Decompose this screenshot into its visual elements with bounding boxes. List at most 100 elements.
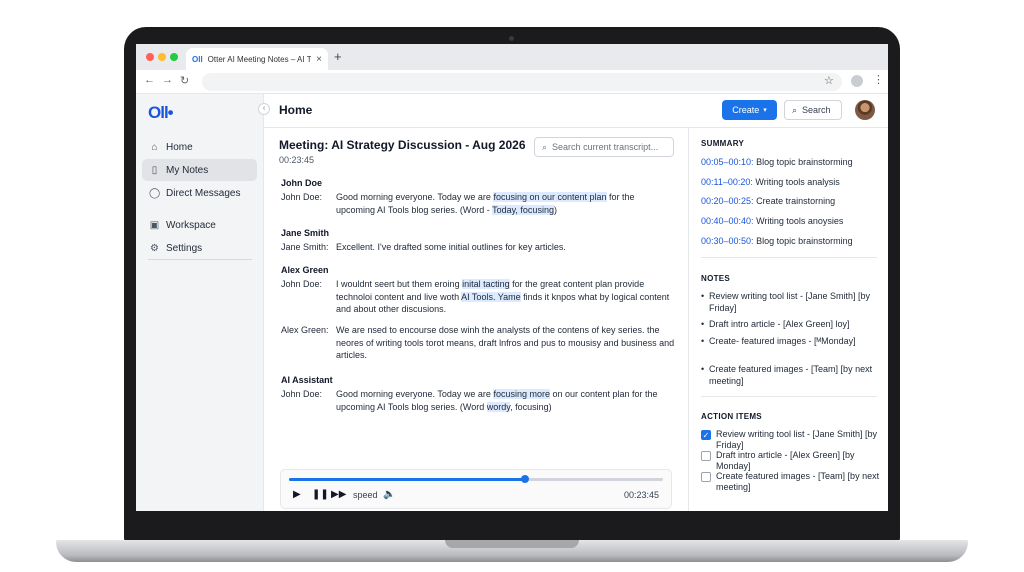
sidebar-item-workspace[interactable]: ▣ Workspace	[142, 214, 257, 236]
action-item[interactable]: Create featured images - [Team] [by next…	[701, 471, 881, 493]
keyword-highlight: inital tacting	[462, 279, 510, 289]
note-item: Draft intro article - [Alex Green] loy]	[701, 319, 881, 331]
summary-row[interactable]: 00:30–00:50: Blog topic brainstorming	[701, 236, 853, 246]
sidebar: Oll• ⌂ Home ▯ My Notes ◯ Direct Messages…	[136, 94, 264, 511]
summary-row[interactable]: 00:05–00:10: Blog topic brainstorming	[701, 157, 853, 167]
play-icon[interactable]: ▶	[293, 489, 301, 500]
speaker-heading: AI Assistant	[281, 375, 333, 385]
note-item: Create featured images - [Team] [by next…	[701, 364, 881, 387]
close-tab-icon[interactable]: ×	[316, 54, 322, 65]
checkbox[interactable]	[701, 472, 711, 482]
fast-forward-icon[interactable]: ▶▶	[331, 489, 346, 500]
summary-title: SUMMARY	[701, 139, 745, 148]
transcript-panel: Meeting: AI Strategy Discussion - Aug 20…	[264, 128, 688, 511]
transcript-search-input[interactable]: ⌕ Search current transcript...	[534, 137, 674, 157]
address-bar[interactable]	[202, 73, 842, 91]
workspace-icon: ▣	[149, 219, 160, 231]
summary-timestamp[interactable]: 00:11–00:20:	[701, 177, 753, 187]
search-label: Search	[802, 105, 831, 115]
summary-row[interactable]: 00:40–00:40: Writing tools anoysies	[701, 216, 843, 226]
sidebar-item-home[interactable]: ⌂ Home	[142, 136, 257, 158]
sidebar-item-label: My Notes	[166, 164, 209, 176]
checkbox[interactable]	[701, 451, 711, 461]
summary-row[interactable]: 00:20–00:25: Create trainstorning	[701, 196, 835, 206]
audio-player: ▶ ❚❚ ▶▶ speed 🔈 00:23:45	[280, 469, 672, 509]
summary-timestamp[interactable]: 00:05–00:10:	[701, 157, 754, 167]
transcript-line[interactable]: Alex Green: We are nsed to encourse dose…	[281, 324, 676, 362]
search-icon: ⌕	[792, 104, 798, 115]
search-button[interactable]: ⌕ Search	[784, 100, 842, 120]
kebab-icon[interactable]: ⋮	[873, 73, 884, 86]
playback-progress	[289, 478, 525, 481]
star-icon[interactable]: ☆	[824, 74, 834, 87]
summary-timestamp[interactable]: 00:20–00:25:	[701, 196, 754, 206]
checkbox-checked[interactable]: ✓	[701, 430, 711, 440]
speaker-label: John Doe:	[281, 279, 323, 289]
summary-text: Create trainstorning	[753, 196, 836, 206]
create-button[interactable]: Create ▾	[722, 100, 777, 120]
sidebar-item-direct-messages[interactable]: ◯ Direct Messages	[142, 182, 257, 204]
search-icon: ⌕	[542, 141, 548, 152]
section-divider	[701, 257, 877, 258]
transcript-line[interactable]: John Doe: Good morning everyone. Today w…	[281, 388, 676, 413]
notes-title: NOTES	[701, 274, 731, 283]
new-tab-icon[interactable]: +	[334, 49, 342, 64]
document-icon: ▯	[151, 164, 158, 176]
transcript-search-placeholder: Search current transcript...	[552, 142, 659, 152]
volume-icon[interactable]: 🔈	[383, 489, 395, 500]
summary-timestamp[interactable]: 00:40–00:40:	[701, 216, 754, 226]
avatar[interactable]	[855, 100, 875, 120]
home-icon: ⌂	[151, 141, 158, 153]
sidebar-divider	[148, 259, 252, 260]
transcript-text: Excellent. I've drafted some initial out…	[336, 242, 566, 252]
action-item-text: Review writing tool list - [Jane Smith] …	[716, 429, 878, 450]
tab-title: Otter AI Meeting Notes – AI Tools	[207, 54, 311, 64]
transcript-line[interactable]: John Doe: Good morning everyone. Today w…	[281, 191, 676, 216]
speaker-heading: Jane Smith	[281, 228, 330, 238]
screen: Oll Otter AI Meeting Notes – AI Tools × …	[136, 44, 888, 511]
reload-icon[interactable]: ↻	[180, 74, 189, 87]
note-item: Create- featured images - [ᴹMonday]	[701, 336, 881, 348]
summary-timestamp[interactable]: 00:30–00:50:	[701, 236, 754, 246]
meeting-title: Meeting: AI Strategy Discussion - Aug 20…	[279, 138, 526, 152]
insights-panel: SUMMARY 00:05–00:10: Blog topic brainsto…	[688, 128, 888, 511]
summary-text: Writing tools analysis	[752, 177, 840, 187]
keyword-highlight: Today, focusing	[492, 204, 554, 215]
transcript-text: We are nsed to encourse dose winh the an…	[336, 325, 675, 360]
speaker-label: John Doe:	[281, 192, 323, 202]
summary-text: Writing tools anoysies	[753, 216, 844, 226]
chevron-down-icon: ▾	[763, 107, 767, 114]
collapse-sidebar-icon[interactable]: ‹	[258, 103, 270, 115]
app-header: Home Create ▾ ⌕ Search	[264, 94, 888, 128]
action-item-text: Draft intro article - [Alex Green] [by M…	[716, 450, 855, 471]
browser-tab[interactable]: Oll Otter AI Meeting Notes – AI Tools ×	[186, 48, 328, 70]
browser-tabbar: Oll Otter AI Meeting Notes – AI Tools × …	[136, 44, 888, 70]
maximize-window-icon[interactable]	[170, 53, 178, 61]
otter-logo[interactable]: Oll•	[148, 103, 174, 123]
playback-scrubber[interactable]	[289, 475, 663, 483]
sidebar-item-settings[interactable]: ⚙ Settings	[142, 237, 257, 259]
keyword-highlight: AI Tools. Yame	[461, 291, 521, 302]
summary-text: Blog topic brainstorming	[753, 157, 853, 167]
action-items-title: ACTION ITEMS	[701, 412, 762, 421]
keyword-highlight: wordy	[486, 401, 511, 412]
minimize-window-icon[interactable]	[158, 53, 166, 61]
transcript-line[interactable]: Jane Smith: Excellent. I've drafted some…	[281, 241, 676, 254]
action-item-text: Create featured images - [Team] [by next…	[716, 471, 880, 492]
speaker-heading: Alex Green	[281, 265, 329, 275]
sidebar-item-my-notes[interactable]: ▯ My Notes	[142, 159, 257, 181]
close-window-icon[interactable]	[146, 53, 154, 61]
action-item[interactable]: Draft intro article - [Alex Green] [by M…	[701, 450, 881, 472]
speed-button[interactable]: speed	[353, 490, 378, 500]
playback-time: 00:23:45	[624, 490, 660, 500]
section-divider	[701, 396, 877, 397]
scrubber-handle[interactable]	[520, 475, 529, 483]
summary-row[interactable]: 00:11–00:20: Writing tools analysis	[701, 177, 840, 187]
transcript-line[interactable]: John Doe: I wouldnt seert but them eroin…	[281, 278, 676, 316]
speaker-label: John Doe:	[281, 389, 323, 399]
back-icon[interactable]: ←	[144, 74, 155, 86]
profile-icon[interactable]	[851, 75, 863, 87]
action-item[interactable]: ✓ Review writing tool list - [Jane Smith…	[701, 429, 881, 451]
forward-icon[interactable]: →	[162, 74, 173, 86]
pause-icon[interactable]: ❚❚	[312, 489, 329, 500]
